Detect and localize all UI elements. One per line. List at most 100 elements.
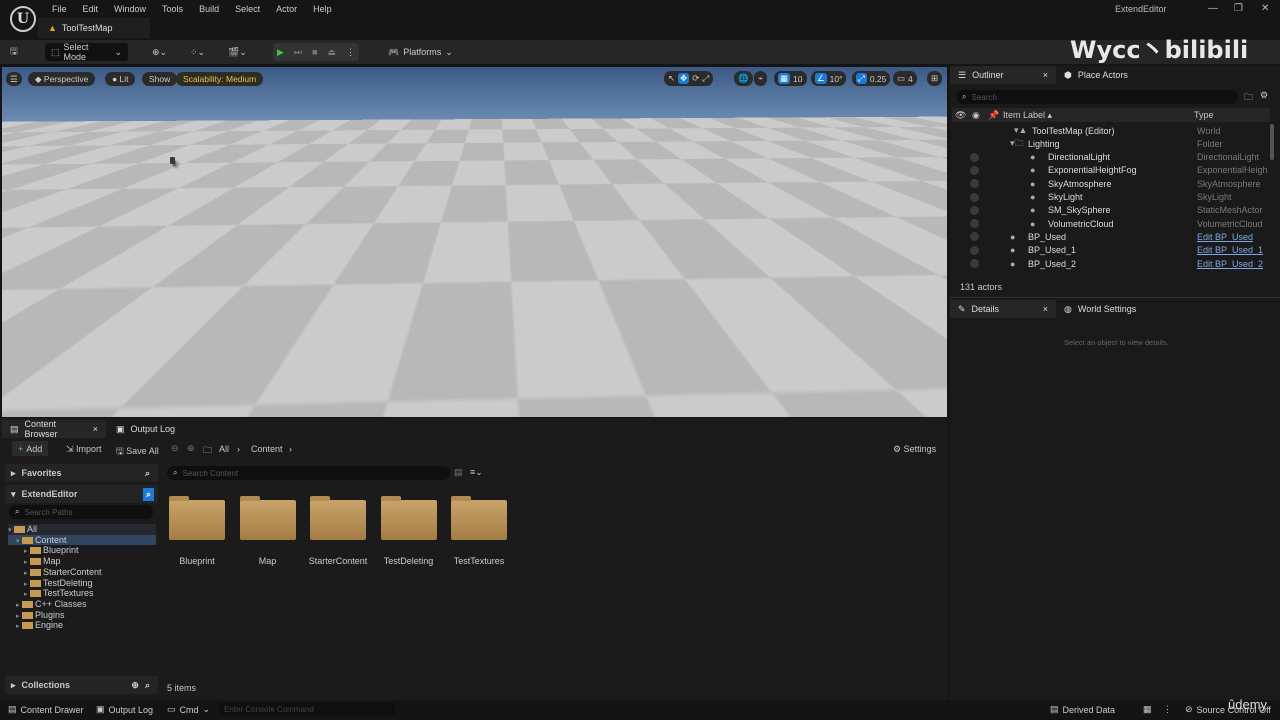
visibility-icon[interactable] (970, 219, 979, 229)
content-browser-tab[interactable]: ▤ Content Browser × (2, 419, 106, 439)
chair-mesh[interactable] (272, 167, 278, 175)
chair-mesh[interactable] (493, 214, 503, 226)
scale-tool-icon[interactable]: ⤢ (702, 73, 709, 84)
chair-mesh[interactable] (432, 168, 439, 177)
chair-mesh[interactable] (110, 129, 114, 134)
folder-icon[interactable] (380, 496, 437, 540)
chair-mesh[interactable] (519, 179, 527, 188)
perspective-button[interactable]: ◆ Perspective (28, 72, 96, 86)
eject-icon[interactable]: ⏏ (327, 47, 336, 58)
derived-data-button[interactable]: ▤ Derived Data (1050, 704, 1115, 715)
outliner-scrollbar[interactable] (1270, 124, 1274, 160)
chair-mesh[interactable] (435, 356, 454, 381)
select-mode-dropdown[interactable]: ⬚ Select Mode ⌄ (45, 42, 128, 62)
chevron-right-icon[interactable]: › (237, 444, 240, 454)
save-all-button[interactable]: 🖫 Save All (116, 444, 159, 460)
save-icon[interactable]: 🖫 (10, 43, 18, 61)
chair-mesh[interactable] (527, 186, 535, 197)
chair-mesh[interactable] (120, 268, 133, 285)
chair-mesh[interactable] (463, 385, 483, 412)
chair-mesh[interactable] (88, 233, 99, 248)
breadcrumb-content[interactable]: Content (251, 444, 283, 454)
add-folder-icon[interactable]: 🗀 (1244, 90, 1253, 106)
chair-mesh[interactable] (650, 375, 670, 402)
chair-mesh[interactable] (695, 134, 699, 140)
expand-icon[interactable]: ▸ (24, 570, 28, 577)
chair-mesh[interactable] (671, 160, 677, 168)
gear-icon[interactable]: ⚙ (1260, 90, 1268, 101)
expand-icon[interactable]: ▸ (16, 623, 20, 630)
folder-label[interactable]: Blueprint (157, 556, 237, 566)
tree-item[interactable]: ▸ TestDeleting (8, 578, 156, 589)
level-tab[interactable]: ▲ ToolTestMap (38, 18, 150, 38)
chair-mesh[interactable] (331, 342, 349, 365)
visibility-icon[interactable] (970, 152, 979, 162)
rotation-snap-toggle[interactable]: ∠ 10° (811, 71, 847, 86)
chair-mesh[interactable] (261, 253, 273, 269)
chair-mesh[interactable] (561, 374, 581, 401)
menu-help[interactable]: Help (305, 2, 340, 16)
lit-button[interactable]: ● Lit (105, 72, 136, 86)
chair-mesh[interactable] (618, 133, 623, 138)
folder-icon[interactable] (169, 496, 225, 540)
chair-mesh[interactable] (514, 154, 520, 161)
chair-mesh[interactable] (158, 139, 163, 145)
visibility-icon[interactable] (970, 245, 979, 255)
folder-label[interactable]: TestDeleting (369, 556, 449, 566)
folder-label[interactable]: StarterContent (298, 556, 378, 566)
tree-item[interactable]: ▾ All (8, 524, 156, 535)
chair-mesh[interactable] (441, 153, 447, 161)
chair-mesh[interactable] (46, 211, 56, 223)
type-column[interactable]: Type (1194, 110, 1214, 120)
menu-build[interactable]: Build (191, 2, 227, 16)
world-local-icon[interactable]: 🌐 (734, 71, 753, 86)
chair-mesh[interactable] (592, 322, 608, 343)
chair-mesh[interactable] (686, 129, 691, 134)
menu-tools[interactable]: Tools (154, 2, 191, 16)
chair-mesh[interactable] (412, 151, 418, 158)
stop-icon[interactable]: ■ (312, 47, 317, 57)
visibility-icon[interactable] (970, 192, 979, 202)
menu-file[interactable]: File (44, 2, 75, 16)
grid-snap-toggle[interactable]: ▦ 10 (774, 71, 807, 86)
settings-button[interactable]: ⚙ Settings (893, 444, 936, 455)
outliner-item-type[interactable]: Edit BP_Used (1197, 232, 1267, 242)
chair-mesh[interactable] (387, 193, 395, 204)
blueprint-button[interactable]: ⁘⌄ (190, 43, 205, 61)
chair-mesh[interactable] (384, 154, 390, 161)
chair-mesh[interactable] (252, 171, 259, 180)
chair-mesh[interactable] (511, 138, 516, 144)
chair-mesh[interactable] (349, 129, 354, 135)
platforms-dropdown[interactable]: 🎮 Platforms ⌄ (388, 43, 453, 61)
chair-mesh[interactable] (482, 187, 490, 197)
chair-mesh[interactable] (67, 212, 76, 224)
outliner-row[interactable]: ▾🗀 Lighting Folder (952, 137, 1270, 150)
chair-mesh[interactable] (411, 162, 418, 170)
level-viewport[interactable]: ☰ ◆ Perspective ● Lit Show Scalability: … (2, 67, 947, 417)
scale-snap-toggle[interactable]: ⤢ 0.25 (852, 71, 891, 86)
chair-mesh[interactable] (310, 334, 328, 357)
chair-mesh[interactable] (304, 167, 311, 176)
scalability-button[interactable]: Scalability: Medium (176, 72, 264, 86)
folder-icon[interactable] (239, 496, 296, 540)
chair-mesh[interactable] (694, 227, 705, 241)
chair-mesh[interactable] (619, 199, 628, 211)
search-icon[interactable]: ⌕ (142, 487, 154, 501)
project-section[interactable]: ▾ ExtendEditor ⌕ (5, 485, 158, 503)
outliner-row[interactable]: ● VolumetricCloud VolumetricCloud (952, 217, 1270, 230)
chair-mesh[interactable] (197, 225, 207, 238)
visibility-icon[interactable]: 👁 (955, 110, 966, 121)
chair-mesh[interactable] (418, 368, 438, 393)
world-settings-tab[interactable]: ◍ World Settings (1056, 300, 1144, 318)
chair-mesh[interactable] (121, 163, 127, 171)
chair-mesh[interactable] (16, 133, 21, 139)
chair-mesh[interactable] (413, 284, 427, 302)
chair-mesh[interactable] (189, 256, 201, 272)
tree-item[interactable]: ▸ C++ Classes (8, 599, 156, 610)
chair-mesh[interactable] (653, 174, 660, 183)
close-icon[interactable]: ✕ (1261, 3, 1269, 14)
chair-mesh[interactable] (86, 194, 94, 205)
details-tab[interactable]: ✎ Details × (950, 300, 1056, 318)
viewport-menu-icon[interactable]: ☰ (6, 72, 22, 86)
chair-mesh[interactable] (365, 134, 370, 140)
